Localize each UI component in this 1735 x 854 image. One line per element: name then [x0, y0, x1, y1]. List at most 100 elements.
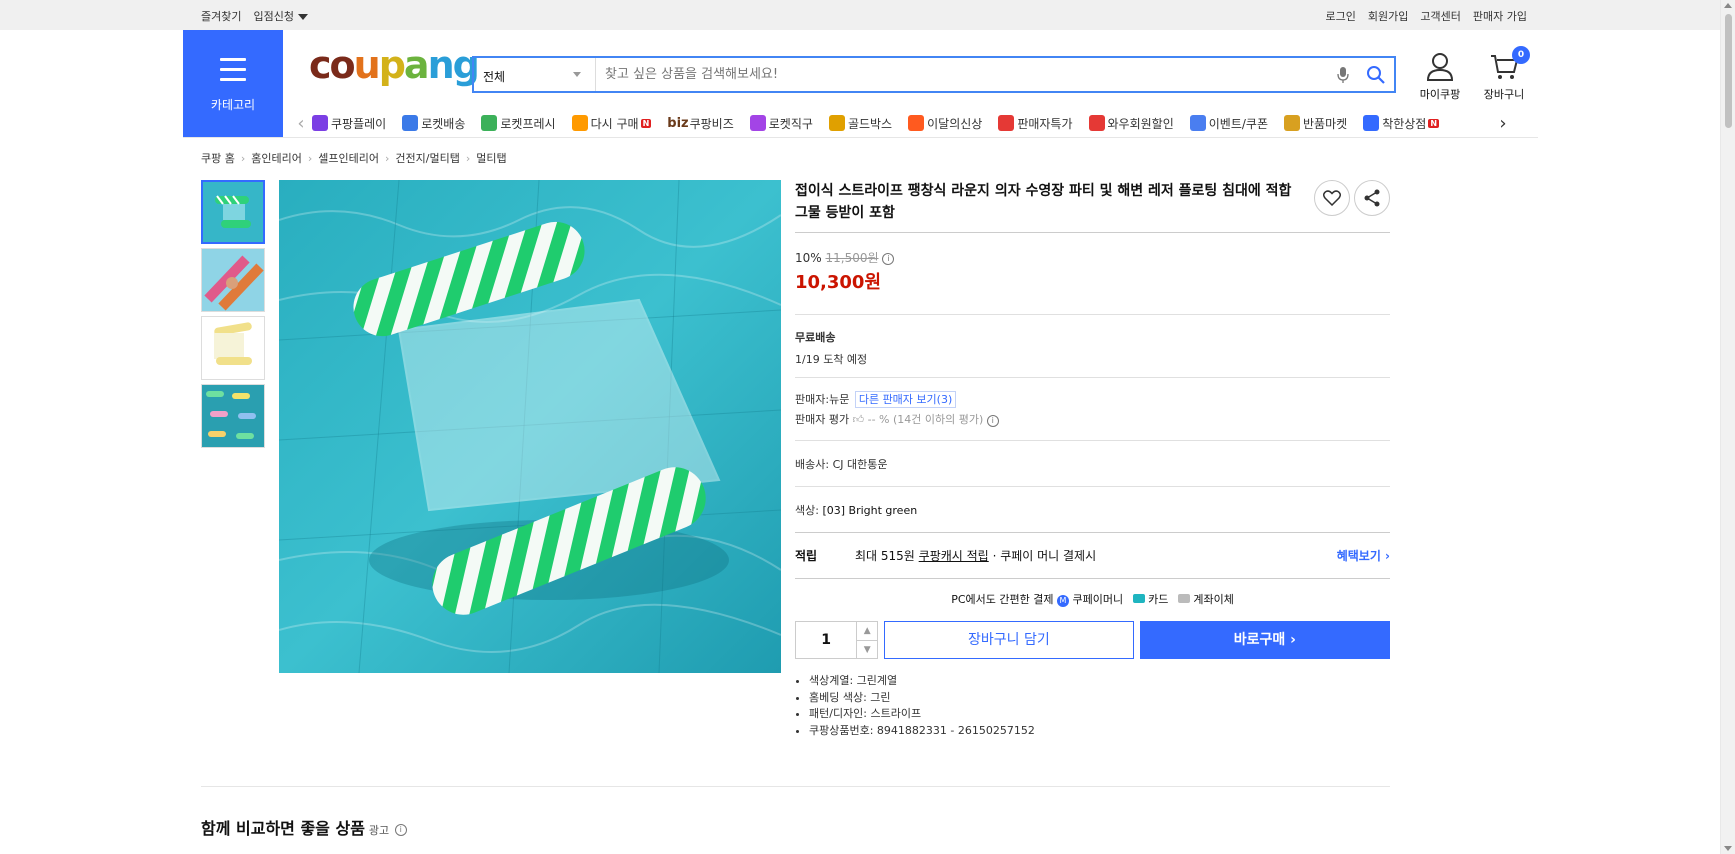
scroll-thumb[interactable]: [1725, 14, 1732, 128]
thumbnail-2[interactable]: [201, 248, 265, 312]
signup-link[interactable]: 회원가입: [1368, 8, 1408, 24]
chevron-right-icon: ›: [240, 151, 246, 165]
event-coupon-icon: [1189, 115, 1206, 131]
good-shop-icon: [1363, 115, 1380, 131]
category-button[interactable]: 카테고리: [183, 30, 283, 137]
benefit-link[interactable]: 혜택보기 ›: [1337, 547, 1390, 564]
share-icon: [1364, 189, 1380, 207]
nav-divider: [183, 137, 1538, 138]
nav-item[interactable]: 이벤트/쿠폰: [1189, 115, 1268, 132]
nav-item-label: 이달의신상: [927, 116, 983, 131]
color-value[interactable]: [03] Bright green: [822, 504, 917, 517]
arrival-date: 1/19 도착 예정: [795, 353, 868, 366]
nav-item[interactable]: 판매자특가: [998, 115, 1073, 132]
search-icon[interactable]: [1358, 60, 1394, 90]
info-icon[interactable]: i: [986, 415, 999, 427]
heart-icon: [1323, 190, 1341, 206]
breadcrumb-item[interactable]: 쿠팡 홈: [201, 150, 235, 166]
search-category-value: 전체: [483, 70, 506, 84]
rebuy-icon: [571, 115, 588, 131]
new-badge: N: [1428, 118, 1440, 128]
rocket-fresh-icon: [481, 115, 498, 131]
quantity-input[interactable]: 1: [796, 622, 858, 658]
page-scrollbar[interactable]: [1720, 0, 1735, 854]
nav-item[interactable]: 골드박스: [828, 115, 892, 132]
section-divider: [201, 786, 1390, 787]
rocket-icon: [402, 115, 419, 131]
nav-item[interactable]: 이달의신상: [908, 115, 982, 132]
seller-rating-note: (14건 이하의 평가): [893, 413, 984, 426]
nav-item[interactable]: 쿠팡플레이: [312, 115, 386, 132]
nav-next-icon[interactable]: ›: [1492, 113, 1514, 134]
cart-button[interactable]: 0 장바구니: [1474, 46, 1534, 102]
nav-item-label: 로켓프레시: [500, 116, 556, 131]
nav-item-label: 쿠팡플레이: [331, 116, 387, 131]
ad-label: 광고: [368, 824, 390, 837]
search-input[interactable]: [596, 58, 1328, 91]
nav-item-label: 쿠팡비즈: [689, 116, 734, 131]
goldbox-icon: [828, 115, 845, 131]
nav-item-label: 판매자특가: [1017, 116, 1073, 131]
coupang-play-icon: [312, 115, 328, 131]
info-icon[interactable]: i: [882, 252, 895, 265]
breadcrumb-item[interactable]: 멀티탭: [476, 150, 506, 166]
coupang-cash-link[interactable]: 쿠팡캐시 적립: [919, 547, 989, 564]
apply-label: 입점신청: [253, 10, 294, 23]
share-button[interactable]: [1354, 180, 1390, 216]
nav-item-label: 착한상점: [1382, 116, 1427, 131]
buy-now-button[interactable]: 바로구매 ›: [1139, 621, 1390, 659]
courier-label: 배송사:: [795, 458, 830, 471]
seller-deal-icon: [998, 115, 1015, 131]
nav-item-label: 다시 구매: [590, 116, 639, 131]
caret-down-icon: [297, 14, 308, 20]
nav-item[interactable]: 착한상점 N: [1363, 115, 1440, 132]
top-utility-bar: 즐겨찾기 입점신청 로그인 회원가입 고객센터 판매자 가입: [0, 0, 1720, 30]
reward-amount: 최대 515원: [855, 549, 915, 563]
search-category-select[interactable]: 전체: [474, 58, 596, 91]
seller-signup-link[interactable]: 판매자 가입: [1473, 8, 1527, 24]
microphone-icon[interactable]: [1328, 60, 1358, 90]
thumbs-up-icon: 👍︎: [852, 413, 865, 426]
bookmark-link[interactable]: 즐겨찾기: [201, 8, 241, 24]
color-label: 색상:: [795, 504, 819, 517]
quantity-down-icon[interactable]: ▼: [857, 641, 877, 659]
attribute-item: 패턴/디자인: 스트라이프: [809, 706, 1390, 723]
thumbnail-3[interactable]: [201, 316, 265, 380]
product-main-image[interactable]: [279, 180, 781, 673]
nav-item[interactable]: 반품마켓: [1284, 115, 1347, 132]
nav-item[interactable]: biz 쿠팡비즈: [667, 115, 734, 132]
nav-item-label: 로켓직구: [768, 116, 813, 131]
reward-condition: · 쿠페이 머니 결제시: [992, 549, 1097, 563]
breadcrumb-item[interactable]: 건전지/멀티탭: [395, 150, 459, 166]
nav-item[interactable]: 로켓직구: [749, 115, 813, 132]
customer-center-link[interactable]: 고객센터: [1420, 8, 1460, 24]
quantity-stepper: 1 ▲ ▼: [795, 621, 879, 659]
breadcrumb-item[interactable]: 홈인테리어: [251, 150, 302, 166]
nav-item[interactable]: 로켓프레시: [481, 115, 556, 132]
my-coupang-button[interactable]: 마이쿠팡: [1410, 52, 1470, 102]
nav-item-label: 로켓배송: [421, 116, 466, 131]
nav-prev-icon[interactable]: ‹: [290, 113, 312, 134]
coupang-logo[interactable]: coupang: [309, 46, 480, 84]
other-sellers-button[interactable]: 다른 판매자 보기(3): [854, 391, 957, 408]
pay-card: 카드: [1148, 593, 1169, 606]
add-to-cart-button[interactable]: 장바구니 담기: [884, 621, 1134, 659]
thumbnail-1[interactable]: [201, 180, 265, 244]
wow-icon: [1088, 115, 1105, 131]
breadcrumb-item[interactable]: 셀프인테리어: [318, 150, 379, 166]
quantity-up-icon[interactable]: ▲: [857, 622, 878, 641]
wishlist-heart-button[interactable]: [1314, 180, 1350, 216]
scroll-up-icon[interactable]: [1724, 3, 1732, 8]
seller-name[interactable]: 뉴문: [829, 393, 849, 406]
cart-count-badge: 0: [1512, 46, 1530, 64]
info-icon[interactable]: i: [394, 823, 407, 836]
apply-menu[interactable]: 입점신청: [253, 8, 308, 24]
scroll-down-icon[interactable]: [1724, 846, 1732, 851]
nav-item[interactable]: 다시 구매 N: [571, 115, 652, 132]
my-coupang-label: 마이쿠팡: [1419, 88, 1461, 101]
nav-item[interactable]: 와우회원할인: [1088, 115, 1174, 132]
nav-item[interactable]: 로켓배송: [402, 115, 465, 132]
login-link[interactable]: 로그인: [1326, 8, 1356, 24]
thumbnail-4[interactable]: [201, 384, 265, 448]
courier-name: CJ 대한통운: [832, 458, 888, 471]
